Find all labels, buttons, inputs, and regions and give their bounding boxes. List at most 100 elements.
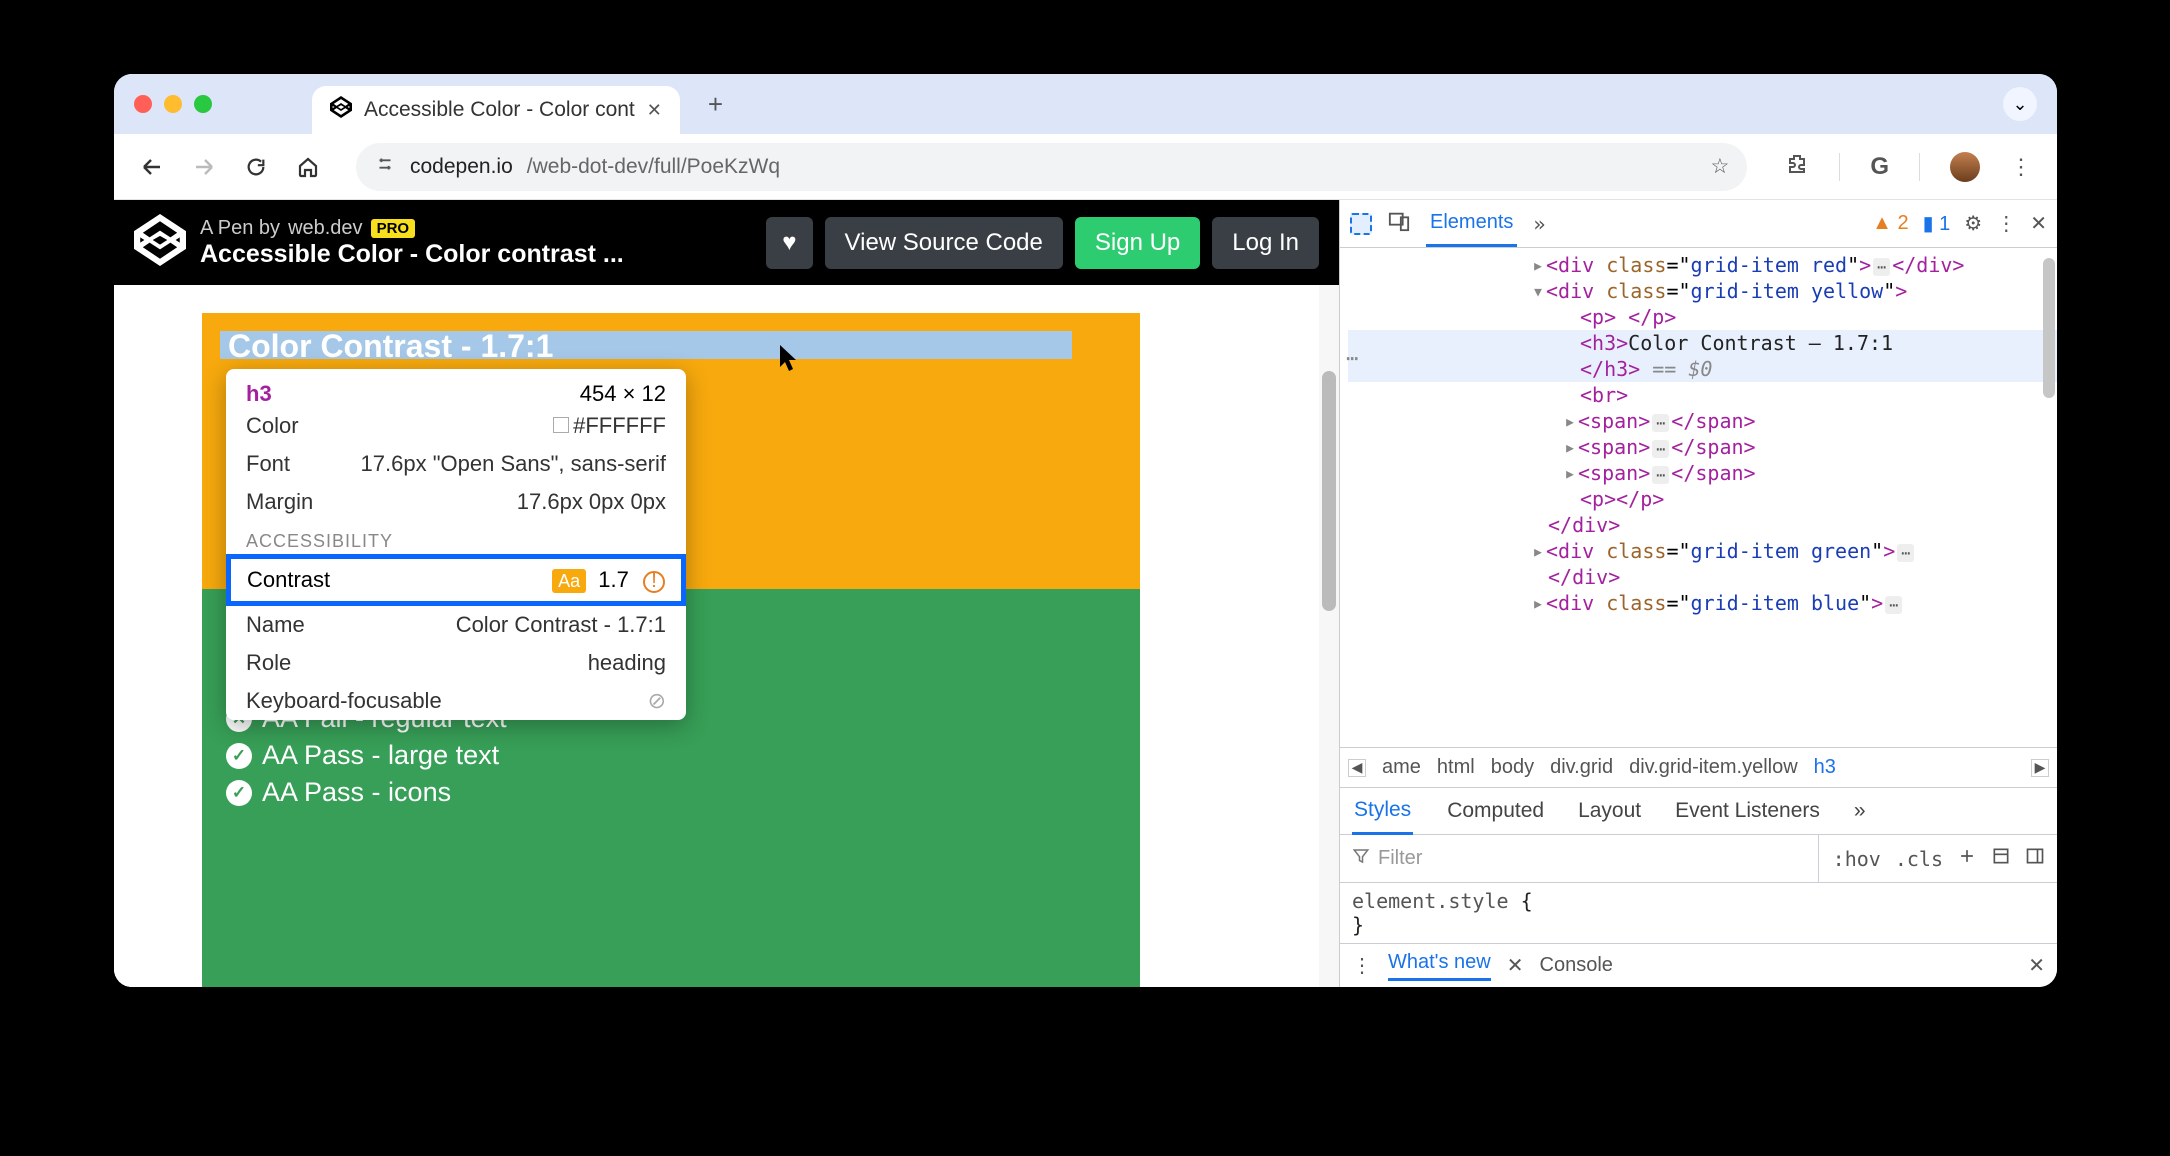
breadcrumb-item[interactable]: body (1491, 756, 1534, 779)
breadcrumb-current[interactable]: h3 (1814, 756, 1836, 779)
new-tab-button[interactable]: + (708, 89, 723, 120)
tooltip-role-label: Role (246, 650, 291, 676)
byline-prefix: A Pen by (200, 217, 280, 240)
codepen-logo-icon[interactable] (134, 214, 186, 271)
forward-button[interactable] (190, 153, 218, 181)
dom-node[interactable]: ▾<div class="grid-item yellow"> (1348, 278, 2057, 304)
drawer-tab-whatsnew[interactable]: What's new (1388, 951, 1491, 981)
view-source-button[interactable]: View Source Code (825, 217, 1063, 269)
issues-badge[interactable]: ▮ 1 (1923, 211, 1951, 236)
cls-toggle[interactable]: .cls (1895, 847, 1943, 871)
window-controls (134, 95, 212, 113)
profile-avatar[interactable] (1950, 152, 1980, 182)
scrollbar-thumb[interactable] (1322, 371, 1336, 611)
ellipsis-icon[interactable]: ⋯ (1897, 544, 1914, 562)
more-styles-tabs-icon[interactable]: » (1854, 799, 1866, 823)
ellipsis-icon[interactable]: ⋯ (1652, 440, 1669, 458)
inspector-tooltip: h3 454 × 12 Color #FFFFFF Font 17.6px "O… (226, 369, 686, 720)
drawer-close-icon[interactable]: ✕ (2028, 953, 2045, 978)
browser-tab[interactable]: Accessible Color - Color cont ✕ (312, 86, 680, 134)
tabs-dropdown-icon[interactable]: ⌄ (2003, 87, 2037, 121)
breadcrumb-left-icon[interactable]: ◀ (1348, 759, 1366, 777)
styles-body[interactable]: element.style { } (1340, 883, 2057, 943)
tab-elements[interactable]: Elements (1426, 201, 1517, 247)
tooltip-font-value: 17.6px "Open Sans", sans-serif (361, 451, 666, 477)
minimize-window-icon[interactable] (164, 95, 182, 113)
breadcrumb-item[interactable]: html (1437, 756, 1475, 779)
dom-scrollbar-thumb[interactable] (2043, 258, 2055, 398)
tooltip-color-value: #FFFFFF (553, 413, 666, 439)
result-label: AA Pass - icons (262, 777, 451, 808)
ellipsis-icon[interactable]: ⋯ (1652, 466, 1669, 484)
devtools-panel: Elements » ▲ 2 ▮ 1 ⚙ ⋮ ✕ ▸<div class="gr… (1339, 200, 2057, 987)
warnings-badge[interactable]: ▲ 2 (1872, 212, 1908, 235)
warning-triangle-icon: ▲ (1872, 212, 1892, 234)
result-label: AA Pass - large text (262, 740, 499, 771)
dom-node[interactable]: </div> (1348, 512, 2057, 538)
breadcrumb-item[interactable]: div.grid-item.yellow (1629, 756, 1798, 779)
fullscreen-window-icon[interactable] (194, 95, 212, 113)
devtools-close-icon[interactable]: ✕ (2030, 211, 2047, 236)
site-settings-icon[interactable] (374, 153, 396, 181)
close-tab-icon[interactable]: ✕ (647, 100, 662, 121)
dom-tree[interactable]: ▸<div class="grid-item red">⋯</div> ▾<di… (1340, 248, 2057, 747)
dom-node[interactable]: <br> (1348, 382, 2057, 408)
breadcrumb-item[interactable]: ame (1382, 756, 1421, 779)
more-tabs-icon[interactable]: » (1533, 212, 1545, 236)
dom-node[interactable]: ▸<span>⋯</span> (1348, 434, 2057, 460)
dom-node[interactable]: <p> </p> (1348, 304, 2057, 330)
tab-event-listeners[interactable]: Event Listeners (1675, 799, 1820, 823)
browser-menu-icon[interactable]: ⋮ (2010, 154, 2033, 180)
ellipsis-icon[interactable]: ⋯ (1885, 596, 1902, 614)
tab-computed[interactable]: Computed (1447, 799, 1544, 823)
bookmark-star-icon[interactable]: ☆ (1711, 154, 1730, 179)
settings-gear-icon[interactable]: ⚙ (1964, 211, 1982, 236)
tooltip-margin-value: 17.6px 0px 0px (517, 489, 666, 515)
home-button[interactable] (294, 153, 322, 181)
tab-layout[interactable]: Layout (1578, 799, 1641, 823)
dom-node-selected[interactable]: </h3> == $0 (1348, 356, 2057, 382)
address-bar[interactable]: codepen.io/web-dot-dev/full/PoeKzWq ☆ (356, 143, 1747, 191)
devtools-drawer: ⋮ What's new ✕ Console ✕ (1340, 943, 2057, 987)
breadcrumb-right-icon[interactable]: ▶ (2031, 759, 2049, 777)
breadcrumb-item[interactable]: div.grid (1550, 756, 1613, 779)
swatch-icon (553, 417, 569, 433)
ellipsis-icon[interactable]: ⋯ (1652, 414, 1669, 432)
google-account-icon[interactable]: G (1870, 153, 1889, 181)
reload-button[interactable] (242, 153, 270, 181)
page-scrollbar[interactable] (1319, 285, 1339, 987)
signup-button[interactable]: Sign Up (1075, 217, 1200, 269)
tooltip-name-value: Color Contrast - 1.7:1 (456, 612, 666, 638)
devtools-menu-icon[interactable]: ⋮ (1996, 211, 2016, 236)
device-toolbar-icon[interactable] (1388, 210, 1410, 237)
not-focusable-icon: ⊘ (648, 688, 666, 714)
close-window-icon[interactable] (134, 95, 152, 113)
tab-styles[interactable]: Styles (1352, 788, 1413, 835)
dom-node[interactable]: ▸<div class="grid-item red">⋯</div> (1348, 252, 2057, 278)
styles-filter-input[interactable]: Filter (1352, 835, 1819, 882)
computed-sidebar-icon[interactable] (2025, 846, 2045, 872)
drawer-menu-icon[interactable]: ⋮ (1352, 953, 1372, 978)
dom-node[interactable]: ▸<span>⋯</span> (1348, 460, 2057, 486)
dom-node-selected[interactable]: <h3>Color Contrast – 1.7:1 (1348, 330, 2057, 356)
tooltip-dimensions: 454 × 12 (580, 381, 666, 407)
print-media-icon[interactable] (1991, 846, 2011, 872)
extensions-icon[interactable] (1785, 152, 1809, 182)
drawer-tab-console[interactable]: Console (1540, 954, 1613, 977)
hov-toggle[interactable]: :hov (1833, 847, 1881, 871)
ellipsis-icon[interactable]: ⋯ (1873, 258, 1890, 276)
byline-author[interactable]: web.dev (288, 217, 363, 240)
codepen-header: A Pen by web.dev PRO Accessible Color - … (114, 200, 1339, 285)
dom-node[interactable]: ▸<div class="grid-item blue">⋯ (1348, 590, 2057, 616)
dom-node[interactable]: ▸<div class="grid-item green">⋯ (1348, 538, 2057, 564)
like-button[interactable]: ♥ (766, 217, 812, 269)
back-button[interactable] (138, 153, 166, 181)
dom-node[interactable]: ▸<span>⋯</span> (1348, 408, 2057, 434)
new-style-rule-icon[interactable] (1957, 846, 1977, 872)
contrast-aa-badge: Aa (552, 569, 586, 593)
dom-node[interactable]: <p></p> (1348, 486, 2057, 512)
drawer-whatsnew-close-icon[interactable]: ✕ (1507, 953, 1524, 978)
login-button[interactable]: Log In (1212, 217, 1319, 269)
inspect-element-icon[interactable] (1350, 213, 1372, 235)
dom-node[interactable]: </div> (1348, 564, 2057, 590)
